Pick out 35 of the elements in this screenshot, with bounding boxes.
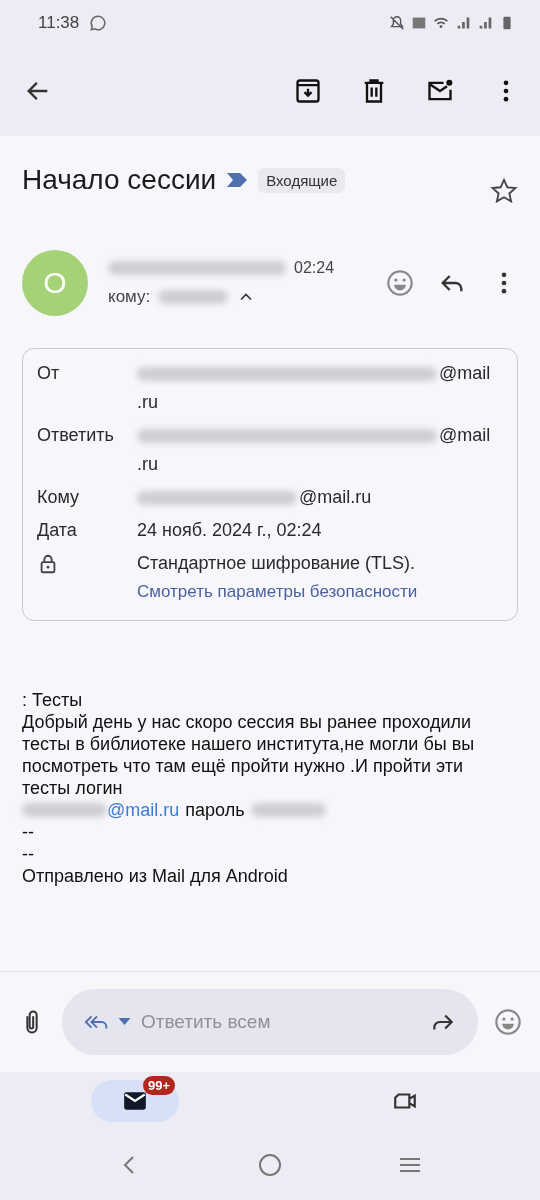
emoji-icon[interactable]: [386, 269, 414, 297]
detail-value: Стандартное шифрование (TLS).: [137, 553, 416, 574]
label-chip[interactable]: Входящие: [258, 167, 346, 193]
email-link[interactable]: @mail.ru: [107, 799, 180, 821]
subject-title: Начало сессии: [22, 164, 217, 196]
detail-value: @mail.ru: [299, 487, 372, 508]
detail-value: @mail: [439, 363, 491, 384]
signature-text: Отправлено из Mail для Android: [22, 865, 289, 887]
blurred-text: [158, 290, 229, 304]
archive-icon[interactable]: [294, 77, 322, 105]
emoji-icon[interactable]: [494, 1008, 522, 1036]
chat-icon: [89, 14, 108, 32]
reply-all-field[interactable]: Ответить всем: [139, 1010, 422, 1034]
home-icon[interactable]: [258, 1153, 282, 1177]
security-link[interactable]: Смотреть параметры безопасности: [137, 582, 418, 602]
detail-value: .ru: [137, 454, 158, 475]
signature-text: --: [22, 821, 35, 843]
detail-value: .ru: [137, 392, 158, 413]
detail-label: Дата: [37, 520, 77, 540]
dropdown-icon[interactable]: [118, 1018, 131, 1026]
status-time: 11:38: [38, 13, 80, 33]
detail-label: От: [37, 363, 60, 383]
recipient-label: кому:: [108, 287, 151, 307]
message-time: 02:24: [294, 259, 335, 277]
mute-icon: [388, 14, 406, 32]
unread-count: 99+: [143, 1076, 176, 1095]
detail-value: 24 нояб. 2024 г., 02:24: [137, 520, 322, 541]
detail-label: Кому: [37, 487, 80, 507]
star-icon[interactable]: [490, 177, 518, 205]
detail-label: Ответить: [37, 425, 114, 445]
avatar: О: [22, 250, 88, 316]
body-text: : Тесты: [22, 689, 84, 711]
detail-value: @mail: [439, 425, 491, 446]
body-text: пароль: [185, 799, 245, 821]
signature-text: --: [22, 843, 35, 865]
